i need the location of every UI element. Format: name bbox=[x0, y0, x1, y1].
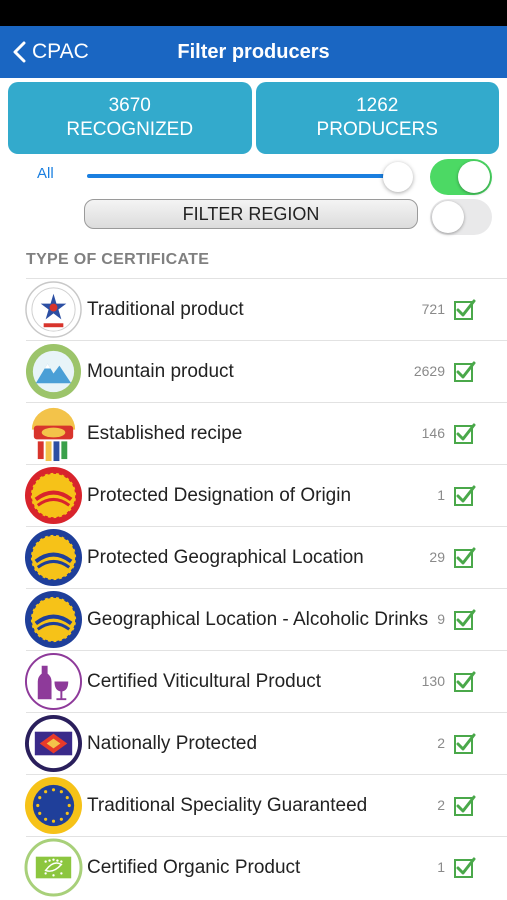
mountain-product-icon bbox=[25, 343, 82, 400]
checkbox-checked-icon[interactable] bbox=[454, 795, 476, 817]
certificate-row-mountain-product[interactable]: Mountain product 2629 bbox=[25, 340, 507, 402]
certificate-label: Certified Viticultural Product bbox=[87, 671, 322, 692]
certificate-row-traditional-speciality-guaranteed[interactable]: Traditional Speciality Guaranteed 2 bbox=[24, 774, 507, 836]
certificate-count: 9 bbox=[437, 611, 445, 627]
producers-stat-button[interactable]: 1262 PRODUCERS bbox=[255, 82, 499, 154]
certificate-count: 721 bbox=[421, 301, 445, 317]
wine-bottle-glass-icon bbox=[24, 652, 83, 711]
certificate-label: Certified Organic Product bbox=[87, 857, 301, 878]
certificate-row-traditional-product[interactable]: Traditional product 721 bbox=[25, 278, 507, 340]
certificate-label: Geographical Location - Alcoholic Drinks bbox=[87, 609, 429, 630]
producers-label: PRODUCERS bbox=[316, 119, 438, 140]
checkbox-checked-icon[interactable] bbox=[454, 671, 476, 693]
certificate-count: 2 bbox=[437, 735, 445, 751]
certificate-label: Established recipe bbox=[87, 423, 243, 444]
pdo-icon bbox=[24, 466, 83, 525]
section-header: TYPE OF CERTIFICATE bbox=[26, 251, 210, 268]
certificate-row-established-recipe[interactable]: Established recipe 146 bbox=[26, 402, 507, 464]
certificate-count: 1 bbox=[437, 859, 445, 875]
certificate-label: Traditional Speciality Guaranteed bbox=[87, 795, 368, 816]
certificate-row-certified-organic-product[interactable]: Certified Organic Product 1 bbox=[24, 836, 507, 898]
certificate-count: 2629 bbox=[413, 363, 445, 379]
producers-count: 1262 bbox=[356, 95, 399, 116]
all-toggle[interactable] bbox=[430, 159, 492, 195]
certificate-list: Traditional product 721 Mountain product… bbox=[0, 278, 507, 898]
stats-bar: 3670 RECOGNIZED 1262 PRODUCERS bbox=[8, 82, 499, 154]
navigation-bar: Filter producers CPAC bbox=[0, 26, 507, 78]
checkbox-checked-icon[interactable] bbox=[454, 361, 476, 383]
recognized-count: 3670 bbox=[108, 95, 151, 116]
back-button-label: CPAC bbox=[32, 40, 89, 63]
certificate-row-nationally-protected[interactable]: Nationally Protected 2 bbox=[24, 712, 507, 774]
toggle-knob bbox=[432, 201, 464, 233]
checkbox-checked-icon[interactable] bbox=[454, 733, 476, 755]
back-button[interactable]: CPAC bbox=[12, 26, 89, 78]
checkbox-checked-icon[interactable] bbox=[454, 423, 476, 445]
traditional-product-icon bbox=[25, 281, 82, 338]
tsg-icon bbox=[24, 776, 83, 835]
slider-track bbox=[87, 174, 387, 178]
certificate-count: 1 bbox=[437, 487, 445, 503]
recognized-label: RECOGNIZED bbox=[66, 119, 194, 140]
checkbox-checked-icon[interactable] bbox=[454, 609, 476, 631]
all-slider[interactable] bbox=[87, 162, 417, 192]
checkbox-checked-icon[interactable] bbox=[454, 857, 476, 879]
established-recipe-icon bbox=[31, 407, 76, 462]
certificate-label: Protected Geographical Location bbox=[87, 547, 364, 568]
pgi-icon bbox=[24, 528, 83, 587]
certificate-row-protected-geographical-location[interactable]: Protected Geographical Location 29 bbox=[24, 526, 507, 588]
recognized-stat-button[interactable]: 3670 RECOGNIZED bbox=[8, 82, 252, 154]
toggle-knob bbox=[458, 161, 490, 193]
checkbox-checked-icon[interactable] bbox=[454, 547, 476, 569]
certificate-row-certified-viticultural-product[interactable]: Certified Viticultural Product 130 bbox=[24, 650, 507, 712]
certificate-label: Protected Designation of Origin bbox=[87, 485, 352, 506]
checkbox-checked-icon[interactable] bbox=[454, 299, 476, 321]
certificate-label: Nationally Protected bbox=[87, 733, 258, 754]
status-bar bbox=[0, 0, 507, 26]
certificate-row-protected-designation-of-origin[interactable]: Protected Designation of Origin 1 bbox=[24, 464, 507, 526]
certificate-count: 146 bbox=[421, 425, 445, 441]
certificate-label: Traditional product bbox=[87, 299, 244, 320]
slider-thumb[interactable] bbox=[383, 162, 413, 192]
gi-alcoholic-icon bbox=[24, 590, 83, 649]
checkbox-checked-icon[interactable] bbox=[454, 485, 476, 507]
chevron-left-icon bbox=[13, 41, 26, 63]
nationally-protected-icon bbox=[24, 714, 83, 773]
filter-region-button[interactable]: FILTER REGION bbox=[84, 199, 418, 229]
certificate-row-geographical-location-alcoholic-drinks[interactable]: Geographical Location - Alcoholic Drinks… bbox=[24, 588, 507, 650]
region-toggle[interactable] bbox=[430, 199, 492, 235]
eu-organic-leaf-icon bbox=[24, 838, 83, 897]
certificate-label: Mountain product bbox=[87, 361, 234, 382]
certificate-count: 130 bbox=[421, 673, 445, 689]
certificate-count: 29 bbox=[429, 549, 445, 565]
certificate-count: 2 bbox=[437, 797, 445, 813]
all-label: All bbox=[37, 165, 54, 182]
